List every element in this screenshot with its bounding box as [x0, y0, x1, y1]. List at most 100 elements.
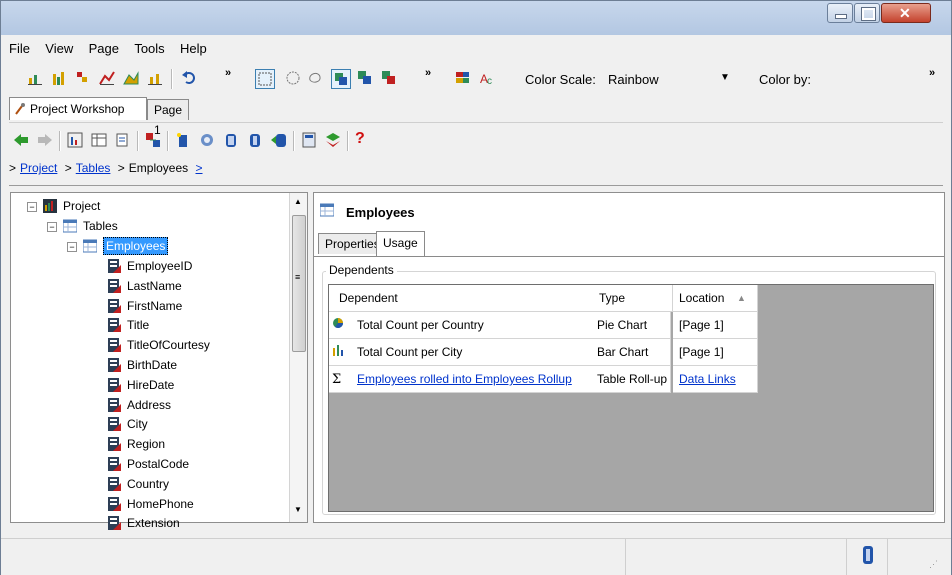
grouped-bar-chart-icon[interactable] [51, 70, 67, 86]
menu-file[interactable]: File [9, 41, 30, 56]
tree-field[interactable]: LastName [127, 277, 182, 295]
field-icon [107, 318, 121, 333]
close-icon: ✕ [899, 5, 911, 21]
tree-field[interactable]: EmployeeID [127, 257, 192, 275]
scatter-chart-icon[interactable] [75, 70, 91, 86]
breadcrumb-tables[interactable]: Tables [76, 161, 111, 175]
type-cell: Table Roll-up [593, 366, 671, 393]
toolbar-overflow-icon[interactable]: » [425, 67, 441, 83]
maximize-button[interactable] [854, 3, 880, 23]
database-link-icon[interactable] [247, 132, 263, 148]
field-icon [107, 358, 121, 372]
database-icon [863, 546, 873, 564]
menu-page[interactable]: Page [89, 41, 119, 56]
tree-field[interactable]: City [127, 415, 148, 433]
tree-scrollbar[interactable]: ▲ ≡ ▼ [289, 193, 307, 522]
rect-select-icon[interactable] [255, 69, 275, 89]
tree-field[interactable]: HireDate [127, 376, 174, 394]
layers-icon[interactable] [325, 132, 341, 148]
tree-field[interactable]: Country [127, 475, 169, 493]
tree-tables[interactable]: Tables [83, 217, 118, 235]
breadcrumb-separator: > [117, 161, 125, 175]
menu-tools[interactable]: Tools [134, 41, 164, 56]
collapse-icon[interactable]: − [47, 222, 57, 232]
dependent-cell[interactable]: Σ Employees rolled into Employees Rollup [329, 366, 603, 393]
scrollbar-thumb[interactable]: ≡ [292, 215, 306, 352]
resize-grip-icon[interactable]: ⋰ [929, 559, 938, 570]
field-icon [107, 278, 121, 293]
breadcrumb-project[interactable]: Project [20, 161, 57, 175]
area-chart-icon[interactable] [123, 70, 139, 86]
tree-field[interactable]: PostalCode [127, 455, 189, 473]
tree-field[interactable]: BirthDate [127, 356, 177, 374]
collapse-icon[interactable]: − [27, 202, 37, 212]
scroll-down-icon[interactable]: ▼ [294, 505, 302, 514]
menu-help[interactable]: Help [180, 41, 207, 56]
app-window: ✕ File View Page Tools Help » » Ac Color… [0, 0, 952, 575]
tree-field[interactable]: FirstName [127, 297, 182, 315]
collapse-icon[interactable]: − [67, 242, 77, 252]
divider [9, 185, 943, 186]
refresh-icon[interactable] [199, 132, 215, 148]
navigation-toolbar: ? [9, 127, 943, 155]
back-arrow-icon[interactable] [13, 132, 29, 148]
tree-field[interactable]: Extension [127, 514, 180, 532]
forward-arrow-icon[interactable] [37, 132, 53, 148]
select-add-icon[interactable] [357, 70, 373, 86]
menu-bar: File View Page Tools Help [9, 41, 219, 61]
select-subtract-icon[interactable] [381, 70, 397, 86]
column-header-location[interactable]: Location ▲ [673, 285, 758, 312]
relationships-icon[interactable] [145, 132, 161, 148]
chart-props-icon[interactable] [67, 132, 83, 148]
tab-label: Properties [325, 237, 380, 251]
toolbar-separator [137, 131, 139, 151]
project-tree[interactable]: − Project − Tables − Employees EmployeeI… [10, 192, 308, 531]
dependent-name: Total Count per Country [357, 318, 484, 332]
tab-page-1[interactable]: Page 1 [147, 99, 190, 137]
divider [314, 256, 944, 257]
query-icon[interactable] [115, 132, 131, 148]
tree-employees[interactable]: Employees [103, 237, 169, 255]
tree-project[interactable]: Project [63, 197, 100, 215]
text-color-icon[interactable]: Ac [479, 70, 495, 87]
breadcrumb-employees: Employees [128, 161, 189, 175]
tree-field[interactable]: TitleOfCourtesy [127, 336, 210, 354]
database-icon[interactable] [223, 132, 239, 148]
database-export-icon[interactable] [271, 132, 287, 148]
line-chart-icon[interactable] [99, 70, 115, 86]
tree-field[interactable]: HomePhone [127, 495, 194, 513]
tab-usage[interactable]: Usage [376, 231, 425, 256]
tree-field[interactable]: Region [127, 435, 165, 453]
lasso-select-icon[interactable] [285, 70, 301, 86]
location-cell[interactable]: Data Links [673, 366, 758, 393]
calculator-icon[interactable] [301, 132, 317, 148]
menu-view[interactable]: View [45, 41, 73, 56]
color-scale-dropdown[interactable]: Rainbow ▼ [606, 69, 738, 89]
dependent-name[interactable]: Employees rolled into Employees Rollup [357, 372, 572, 386]
column-header-type[interactable]: Type [593, 285, 673, 312]
help-icon[interactable]: ? [355, 130, 371, 147]
palette-icon[interactable] [455, 70, 471, 86]
freeform-select-icon[interactable] [307, 70, 323, 86]
details-pane: Employees Properties Usage Dependents De… [313, 192, 945, 523]
toolbar-overflow-icon[interactable]: » [929, 67, 945, 83]
new-item-icon[interactable] [175, 132, 191, 148]
undo-icon[interactable] [181, 70, 197, 86]
tab-project-workshop[interactable]: Project Workshop [9, 97, 147, 120]
type-cell: Bar Chart [593, 339, 671, 366]
tables-icon [62, 219, 78, 233]
tree-field[interactable]: Address [127, 396, 171, 414]
combo-chart-icon[interactable] [147, 70, 163, 86]
table-view-icon[interactable] [91, 132, 107, 148]
column-header-dependent[interactable]: Dependent [329, 285, 603, 312]
minimize-button[interactable] [827, 3, 853, 23]
scroll-up-icon[interactable]: ▲ [294, 197, 302, 206]
toolbar-separator [59, 131, 61, 151]
column-chart-icon[interactable] [27, 70, 43, 86]
toolbar-overflow-icon[interactable]: » [225, 67, 241, 83]
sort-ascending-icon: ▲ [737, 293, 746, 303]
select-new-icon[interactable] [331, 69, 351, 89]
tree-field[interactable]: Title [127, 316, 149, 334]
close-button[interactable]: ✕ [881, 3, 931, 23]
location-value[interactable]: Data Links [679, 372, 736, 386]
